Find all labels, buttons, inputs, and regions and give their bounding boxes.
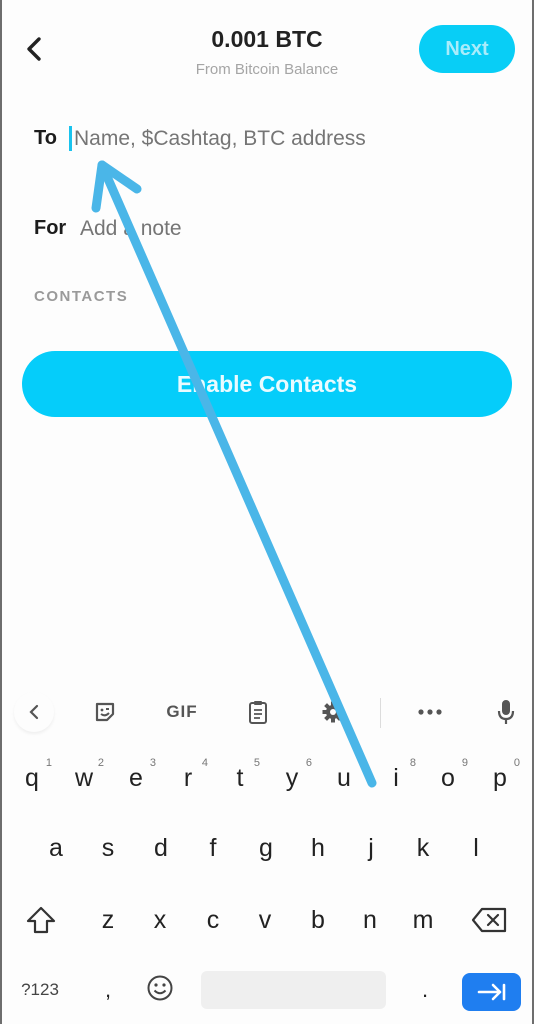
gear-icon — [322, 701, 344, 723]
key-y[interactable]: y6 — [270, 752, 314, 804]
key-u[interactable]: u7 — [322, 752, 366, 804]
key-p[interactable]: p0 — [478, 752, 522, 804]
keyboard-toolbar: GIF — [0, 682, 534, 742]
key-s[interactable]: s — [86, 822, 130, 874]
shift-icon — [26, 906, 56, 934]
key-o[interactable]: o9 — [426, 752, 470, 804]
key-t[interactable]: t5 — [218, 752, 262, 804]
key-n[interactable]: n — [348, 894, 392, 946]
text-cursor — [69, 126, 72, 151]
shift-key[interactable] — [18, 894, 64, 946]
toolbar-divider — [380, 698, 381, 728]
key-b[interactable]: b — [296, 894, 340, 946]
key-row-1: q1 w2 e3 r4 t5 y6 u7 i8 o9 p0 — [0, 752, 534, 804]
key-row-2: a s d f g h j k l — [0, 822, 534, 874]
tab-arrow-icon — [477, 983, 505, 1001]
space-bar[interactable] — [201, 971, 386, 1009]
key-d[interactable]: d — [139, 822, 183, 874]
key-k[interactable]: k — [401, 822, 445, 874]
note-input[interactable] — [80, 214, 514, 244]
clipboard-icon — [249, 701, 267, 724]
contacts-section-label: CONTACTS — [34, 288, 129, 305]
emoji-key[interactable] — [138, 964, 182, 1012]
key-w[interactable]: w2 — [62, 752, 106, 804]
backspace-icon — [471, 907, 507, 933]
emoji-icon — [147, 975, 173, 1001]
key-z[interactable]: z — [86, 894, 130, 946]
key-e[interactable]: e3 — [114, 752, 158, 804]
comma-key[interactable]: , — [86, 964, 130, 1016]
key-row-3: z x c v b n m — [0, 894, 534, 946]
sticker-button[interactable] — [90, 696, 120, 728]
key-a[interactable]: a — [34, 822, 78, 874]
key-g[interactable]: g — [244, 822, 288, 874]
key-m[interactable]: m — [401, 894, 445, 946]
symbols-key[interactable]: ?123 — [12, 971, 68, 1009]
key-j[interactable]: j — [349, 822, 393, 874]
period-key[interactable]: . — [403, 964, 447, 1016]
key-r[interactable]: r4 — [166, 752, 210, 804]
keyboard: GIF q 1 w 2 e 3 r 4 t 5 y 6 u 7 i 8 o 9 … — [0, 682, 534, 1024]
chevron-left-icon — [29, 704, 39, 720]
for-label: For — [34, 217, 67, 239]
clipboard-button[interactable] — [243, 696, 273, 728]
to-label: To — [34, 127, 57, 149]
enable-contacts-button[interactable]: Enable Contacts — [22, 351, 512, 417]
next-field-key[interactable] — [462, 973, 521, 1011]
key-h[interactable]: h — [296, 822, 340, 874]
key-i[interactable]: i8 — [374, 752, 418, 804]
backspace-key[interactable] — [466, 894, 514, 946]
next-button[interactable]: Next — [419, 25, 515, 73]
key-f[interactable]: f — [191, 822, 235, 874]
key-x[interactable]: x — [138, 894, 182, 946]
more-icon — [418, 709, 442, 715]
key-q[interactable]: q1 — [10, 752, 54, 804]
key-v[interactable]: v — [243, 894, 287, 946]
toolbar-collapse-button[interactable] — [14, 692, 54, 732]
arrow-head — [91, 160, 142, 213]
more-options-button[interactable] — [412, 696, 448, 728]
to-recipient-input[interactable] — [74, 124, 514, 154]
key-l[interactable]: l — [454, 822, 498, 874]
sticker-icon — [95, 702, 115, 722]
gif-button[interactable]: GIF — [160, 696, 204, 728]
settings-button[interactable] — [318, 696, 348, 728]
key-c[interactable]: c — [191, 894, 235, 946]
microphone-icon — [497, 700, 515, 724]
voice-input-button[interactable] — [492, 696, 520, 728]
